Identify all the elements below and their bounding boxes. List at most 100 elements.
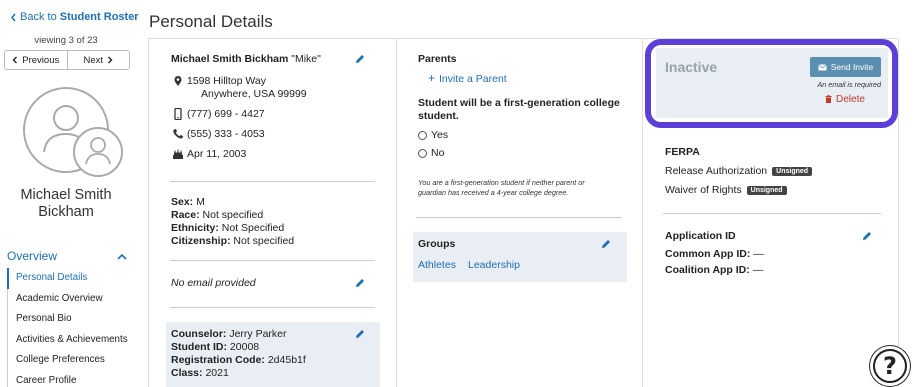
reg-code-value: 2d45b1f xyxy=(267,354,306,366)
student-name-line2: Bickham xyxy=(38,204,94,220)
account-status: Inactive xyxy=(665,59,718,75)
delete-button[interactable]: Delete xyxy=(825,94,865,105)
avatar xyxy=(22,86,126,178)
ethnicity-row: Ethnicity: Not Specified xyxy=(171,222,284,234)
back-label: Student Roster xyxy=(59,11,139,23)
divider xyxy=(416,217,622,218)
common-app-row: Common App ID: — xyxy=(665,248,764,260)
mobile-phone: (777) 699 - 4427 xyxy=(187,108,265,120)
nav-academic-overview[interactable]: Academic Overview xyxy=(8,289,137,310)
first-gen-note-line2: guardian has received a 4-year college d… xyxy=(418,188,569,197)
first-gen-yes-radio[interactable] xyxy=(418,131,427,140)
sex-label: Sex: xyxy=(171,196,194,208)
first-gen-note-line1: You are a first-generation student if ne… xyxy=(418,178,585,187)
class-label: Class: xyxy=(171,367,203,379)
page-title: Personal Details xyxy=(149,12,273,31)
student-id-value: 20008 xyxy=(229,341,260,353)
student-avatar-icon xyxy=(23,87,123,177)
edit-groups-pencil-icon[interactable] xyxy=(600,238,612,250)
email-required-note: An email is required xyxy=(817,80,881,89)
release-authorization-label: Release Authorization xyxy=(665,165,768,177)
first-gen-no-radio[interactable] xyxy=(418,149,427,158)
email-value: No email provided xyxy=(171,277,256,289)
reg-code-row: Registration Code: 2d45b1f xyxy=(171,354,306,366)
edit-application-pencil-icon[interactable] xyxy=(861,230,873,242)
group-tag[interactable]: Athletes xyxy=(418,259,456,271)
coalition-app-row: Coalition App ID: — xyxy=(665,264,763,276)
student-id-row: Student ID: 20008 xyxy=(171,341,259,353)
nav-activities-achievements[interactable]: Activities & Achievements xyxy=(8,330,137,351)
status-badge: Unsigned xyxy=(772,166,813,176)
birthday-cake-icon xyxy=(173,149,183,159)
send-invite-button[interactable]: Send Invite xyxy=(810,57,881,77)
group-tag[interactable]: Leadership xyxy=(468,259,520,271)
nav-career-profile[interactable]: Career Profile xyxy=(8,371,137,387)
status-badge: Unsigned xyxy=(746,185,787,195)
edit-profile-pencil-icon[interactable] xyxy=(354,53,366,65)
common-app-label: Common App ID: xyxy=(665,248,751,260)
mobile-phone-icon xyxy=(174,108,182,120)
trash-icon xyxy=(825,95,832,104)
counselor-row: Counselor: Jerry Parker xyxy=(171,328,287,340)
previous-label: Previous xyxy=(22,54,60,66)
delete-label: Delete xyxy=(836,94,865,105)
invite-parent-label: Invite a Parent xyxy=(439,73,507,85)
address-line2: Anywhere, USA 99999 xyxy=(201,88,307,100)
nav-college-preferences[interactable]: College Preferences xyxy=(8,350,137,371)
help-button[interactable]: ? xyxy=(870,346,910,386)
race-value: Not specified xyxy=(202,209,264,221)
overview-nav: Personal Details Academic Overview Perso… xyxy=(7,268,137,387)
nav-personal-details[interactable]: Personal Details xyxy=(7,268,137,289)
first-gen-question-line2: student. xyxy=(418,110,459,122)
back-prefix: Back to xyxy=(20,11,60,23)
coalition-app-label: Coalition App ID: xyxy=(665,264,750,276)
student-name: Michael Smith Bickham xyxy=(0,187,132,221)
common-app-value: — xyxy=(753,248,764,260)
counselor-label: Counselor: xyxy=(171,328,227,340)
student-id-label: Student ID: xyxy=(171,341,227,353)
viewing-count: viewing 3 of 23 xyxy=(34,35,98,46)
map-pin-icon xyxy=(174,76,182,86)
sidebar: Back to Student Roster viewing 3 of 23 P… xyxy=(0,0,139,387)
previous-button[interactable]: Previous xyxy=(5,51,67,69)
chevron-right-icon xyxy=(108,56,113,64)
nav-personal-bio[interactable]: Personal Bio xyxy=(8,309,137,330)
invite-parent-link[interactable]: + Invite a Parent xyxy=(428,71,507,85)
parents-heading: Parents xyxy=(418,53,457,65)
plus-icon: + xyxy=(428,71,436,85)
student-name-line1: Michael Smith xyxy=(20,187,112,203)
ferpa-heading: FERPA xyxy=(665,146,700,158)
class-row: Class: 2021 xyxy=(171,367,229,379)
yes-label: Yes xyxy=(431,129,449,141)
citizenship-label: Citizenship: xyxy=(171,235,231,247)
phone-icon xyxy=(173,129,183,139)
send-invite-label: Send Invite xyxy=(830,62,874,72)
overview-label: Overview xyxy=(7,249,58,263)
sex-row: Sex: M xyxy=(171,196,205,208)
reg-code-label: Registration Code: xyxy=(171,354,265,366)
overview-toggle[interactable]: Overview xyxy=(7,249,127,263)
edit-email-pencil-icon[interactable] xyxy=(354,277,366,289)
student-nickname: "Mike" xyxy=(291,53,321,65)
back-to-roster-link[interactable]: Back to Student Roster xyxy=(10,11,139,23)
edit-counselor-pencil-icon[interactable] xyxy=(354,328,366,340)
chevron-up-icon xyxy=(117,253,127,260)
birthday: Apr 11, 2003 xyxy=(187,148,247,160)
ethnicity-label: Ethnicity: xyxy=(171,222,219,234)
citizenship-row: Citizenship: Not specified xyxy=(171,235,294,247)
chevron-left-icon xyxy=(11,13,16,22)
citizenship-value: Not specified xyxy=(233,235,295,247)
application-id-heading: Application ID xyxy=(665,230,736,242)
class-value: 2021 xyxy=(205,367,229,379)
divider xyxy=(170,307,375,308)
divider xyxy=(663,213,881,214)
divider xyxy=(170,260,375,261)
next-button[interactable]: Next xyxy=(66,51,130,69)
coalition-app-value: — xyxy=(752,264,764,276)
family-column xyxy=(397,38,643,387)
divider xyxy=(170,181,375,182)
student-full-name-row: Michael Smith Bickham "Mike" xyxy=(171,53,321,65)
waiver-of-rights-row: Waiver of Rights Unsigned xyxy=(665,184,787,196)
home-phone: (555) 333 - 4053 xyxy=(187,128,265,140)
first-gen-question-line1: Student will be a first-generation colle… xyxy=(418,97,620,109)
